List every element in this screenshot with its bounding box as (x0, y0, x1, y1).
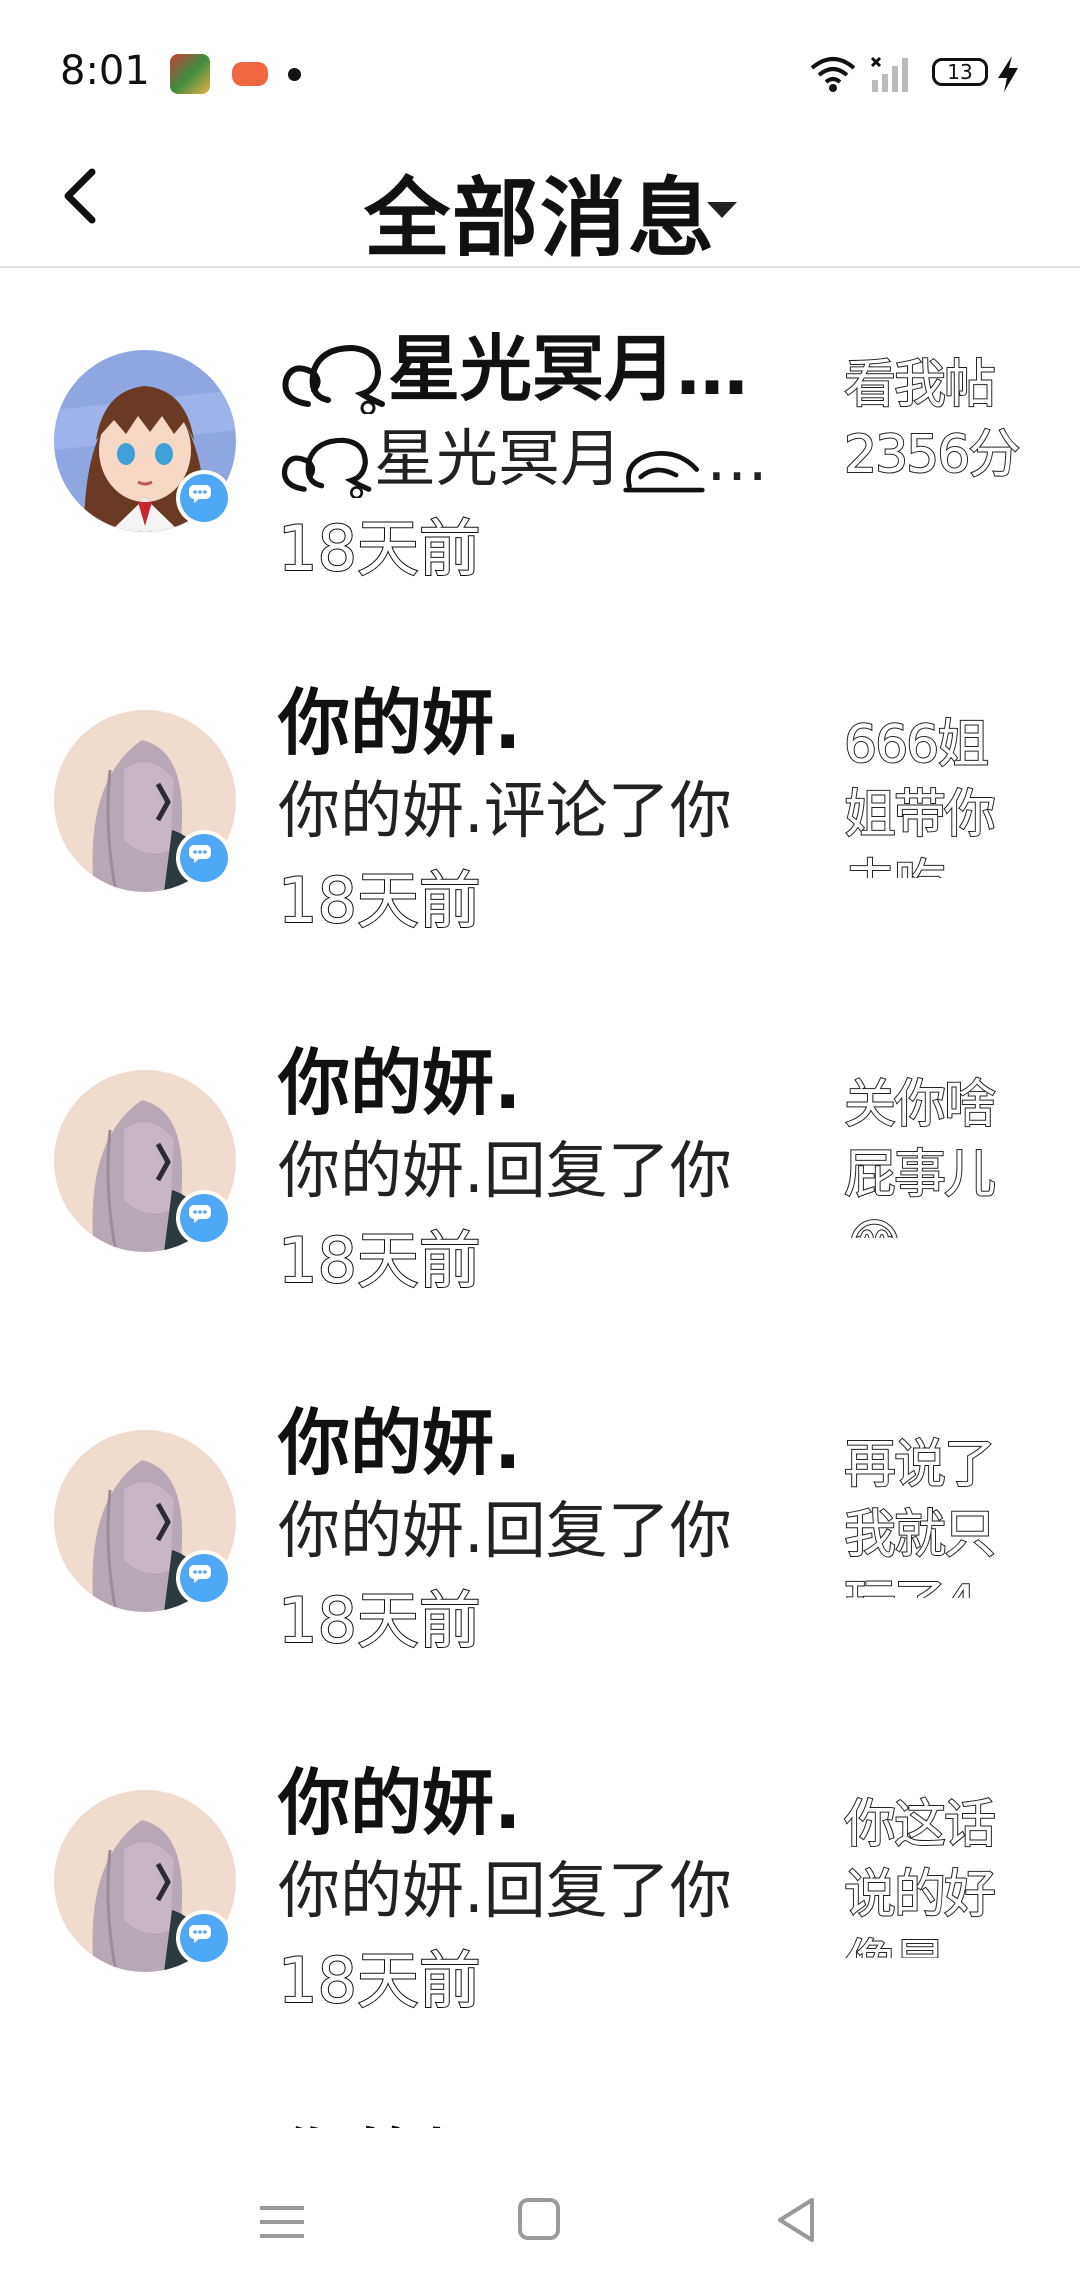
message-summary: 你的妍.回复了你 (278, 1494, 732, 1567)
sender-name: 你的妍. (278, 1401, 522, 1485)
message-summary: 你的妍.评论了你 (278, 774, 732, 847)
message-preview: 看我帖2356分 (844, 354, 1021, 486)
charging-bolt-icon (998, 56, 1018, 92)
message-summary-suffix: … (706, 422, 769, 495)
app-gamepad-icon (232, 62, 268, 86)
message-summary: 你的妍.回复了你 (278, 1854, 732, 1927)
page-title-dropdown[interactable]: 全部消息 (0, 148, 1080, 273)
message-summary: 你的妍.回复了你 (278, 1134, 732, 1207)
header: 全部消息 (0, 130, 1080, 269)
sender-name: 你的妍. (278, 1041, 522, 1125)
message-list: 星光冥月… 星光冥月… 18天前 看我帖2356分 你的妍. 你的妍.评论了你 … (0, 268, 1080, 2128)
message-preview: 再说了我就只玩了4 (844, 1434, 997, 1598)
notification-dot (288, 68, 301, 81)
message-time: 18天前 (277, 1583, 482, 1658)
status-bar: 8:01 13 (0, 0, 1080, 130)
message-preview: 666姐姐带你去吃 (844, 714, 997, 878)
message-time: 18天前 (277, 863, 482, 938)
sender-name: 你的妍. (278, 1761, 522, 1845)
decorative-curl-icon (281, 437, 372, 498)
status-time: 8:01 (60, 48, 150, 94)
system-nav-bar (0, 2160, 1080, 2280)
sender-name: 你的妍. (278, 681, 522, 765)
messages-screen: 8:01 13 全部消息 星光冥月… 星光冥月 … 18天前 看我帖2356分 … (0, 0, 1080, 2280)
message-preview: 你这话说的好像是 (844, 1794, 997, 1958)
battery-icon: 13 (932, 58, 988, 86)
app-game-icon (170, 54, 210, 94)
list-item[interactable]: 星光冥月… 星光冥月… 18天前 看我帖2356分 (0, 268, 1080, 628)
decorative-curl-icon (282, 345, 385, 415)
message-summary: 星光冥月 … (278, 408, 788, 498)
menu-icon[interactable] (258, 2202, 306, 2242)
sender-name-text: 星光冥月… (388, 327, 749, 411)
list-item[interactable]: 你的妍. 你的妍.回复了你 18天前 关你啥屁事儿😂 (0, 988, 1080, 1348)
message-summary-text: 星光冥月 (374, 422, 623, 495)
comment-badge-icon (176, 470, 232, 526)
home-icon[interactable] (518, 2198, 560, 2240)
signal-icon (870, 56, 908, 92)
comment-badge-icon (176, 1550, 232, 1606)
comment-badge-icon (176, 830, 232, 886)
list-item[interactable]: 你的妍. 你的妍.评论了你 18天前 666姐姐带你去吃 (0, 628, 1080, 988)
message-time: 18天前 (277, 511, 482, 586)
message-time: 18天前 (277, 1223, 482, 1298)
page-title: 全部消息 (364, 169, 716, 269)
list-item[interactable]: 你的妍 (0, 2068, 1080, 2128)
list-item[interactable]: 你的妍. 你的妍.回复了你 18天前 你这话说的好像是 (0, 1708, 1080, 2068)
back-triangle-icon[interactable] (774, 2196, 818, 2244)
comment-badge-icon (176, 1190, 232, 1246)
message-time: 18天前 (277, 1943, 482, 2018)
wifi-icon (810, 57, 856, 92)
sender-name: 你的妍 (278, 2104, 494, 2128)
message-preview: 关你啥屁事儿😂 (844, 1074, 997, 1238)
comment-badge-icon (176, 1910, 232, 1966)
decorative-curl-icon (623, 451, 705, 493)
sender-name: 星光冥月… (278, 310, 748, 415)
list-item[interactable]: 你的妍. 你的妍.回复了你 18天前 再说了我就只玩了4 (0, 1348, 1080, 1708)
caret-down-icon (707, 202, 737, 218)
